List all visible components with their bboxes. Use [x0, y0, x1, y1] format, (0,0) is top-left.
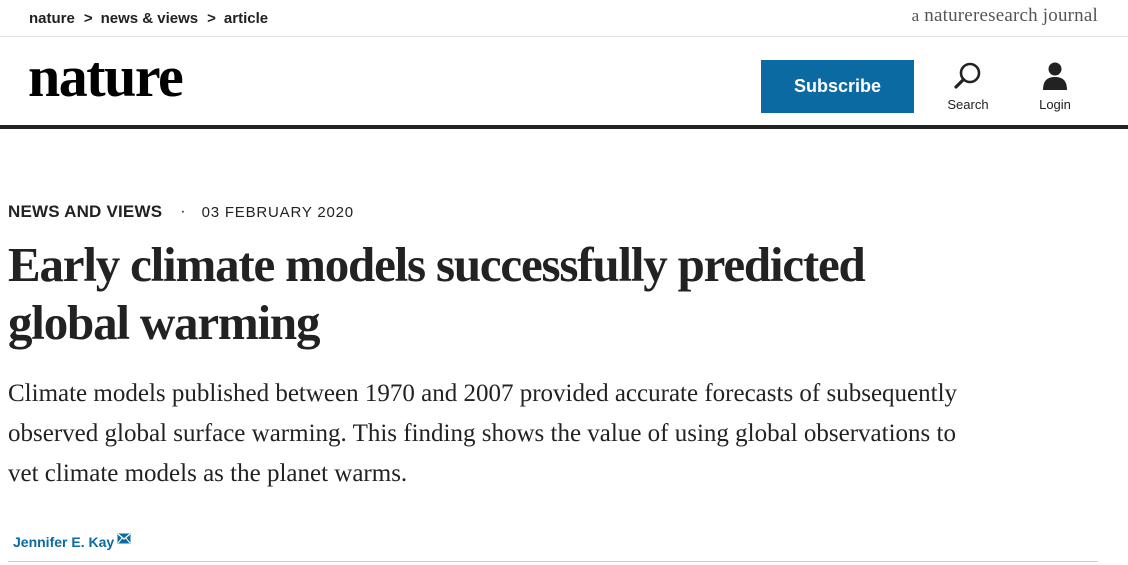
search-icon — [954, 62, 981, 89]
login-label: Login — [1039, 97, 1071, 112]
author-line: Jennifer E. Kay — [13, 533, 131, 550]
nature-logo[interactable]: nature — [28, 41, 184, 113]
article-standfirst: Climate models published between 1970 an… — [8, 380, 958, 487]
author-link[interactable]: Jennifer E. Kay — [13, 534, 114, 550]
mail-icon[interactable] — [117, 533, 131, 544]
journal-tag[interactable]: a natureresearch journal — [912, 5, 1098, 27]
site-header: nature Subscribe Search Login — [0, 37, 1128, 129]
journal-tag-suffix: journal — [1042, 5, 1098, 26]
journal-tag-prefix: a — [911, 6, 920, 25]
breadcrumb-item-news-views[interactable]: news & views — [101, 10, 199, 27]
publication-date: 03 FEBRUARY 2020 — [201, 203, 354, 221]
breadcrumb: nature > news & views > article — [29, 10, 268, 27]
article-title: Early climate models successfully predic… — [8, 237, 866, 350]
subscribe-button[interactable]: Subscribe — [761, 60, 914, 113]
divider — [8, 561, 1098, 562]
breadcrumb-item-nature[interactable]: nature — [29, 10, 75, 27]
top-bar: nature > news & views > article a nature… — [0, 0, 1128, 37]
login-button[interactable]: Login — [1020, 61, 1090, 117]
search-label: Search — [947, 97, 989, 112]
journal-tag-brand: natureresearch — [924, 5, 1038, 26]
meta-separator: · — [180, 203, 186, 220]
search-button[interactable]: Search — [933, 61, 1003, 117]
breadcrumb-item-article: article — [223, 10, 269, 27]
user-icon — [1043, 62, 1067, 90]
breadcrumb-separator: > — [207, 10, 216, 27]
breadcrumb-separator: > — [83, 10, 93, 27]
article-type[interactable]: NEWS AND VIEWS — [8, 202, 162, 222]
article-meta: NEWS AND VIEWS · 03 FEBRUARY 2020 — [8, 202, 354, 222]
